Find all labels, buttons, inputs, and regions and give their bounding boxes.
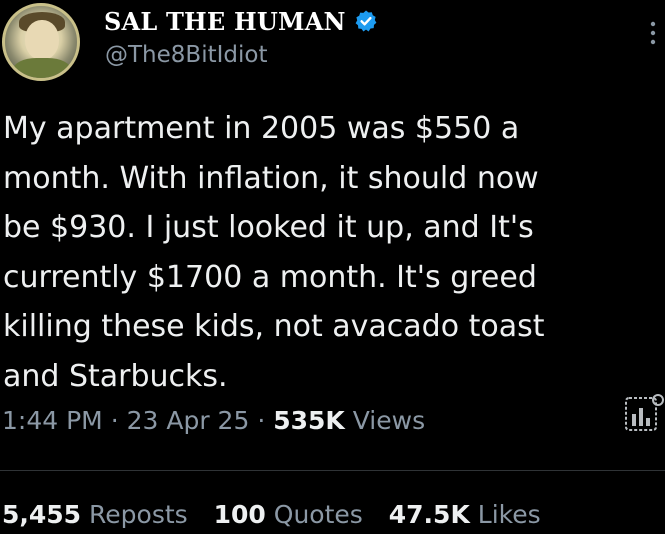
quotes-stat[interactable]: 100 Quotes	[214, 500, 371, 529]
avatar[interactable]	[2, 3, 80, 81]
tweet-text: My apartment in 2005 was $550 a month. W…	[3, 111, 545, 394]
reposts-stat[interactable]: 5,455 Reposts	[2, 500, 196, 529]
more-vertical-icon[interactable]	[645, 18, 661, 48]
divider	[0, 470, 665, 471]
views-label: Views	[352, 406, 426, 435]
quotes-label: Quotes	[273, 500, 363, 529]
avatar-face	[25, 20, 59, 60]
likes-count: 47.5K	[388, 500, 470, 529]
tweet-date[interactable]: 23 Apr 25	[127, 406, 250, 435]
author-handle[interactable]: @The8BitIdiot	[105, 42, 267, 68]
tweet-time[interactable]: 1:44 PM	[2, 406, 103, 435]
tweet-card: SAL THE HUMAN @The8BitIdiot My apartment…	[0, 0, 665, 534]
meta-separator: ·	[110, 406, 119, 435]
analytics-icon[interactable]	[622, 392, 665, 436]
engagement-stats: 5,455 Reposts 100 Quotes 47.5K Likes	[2, 500, 559, 529]
quotes-count: 100	[213, 500, 266, 529]
author-display-name[interactable]: SAL THE HUMAN	[104, 7, 346, 36]
tweet-metadata: 1:44 PM · 23 Apr 25 · 535K Views	[2, 406, 425, 435]
avatar-shirt	[13, 58, 71, 78]
likes-label: Likes	[477, 500, 541, 529]
views-count: 535K	[273, 406, 345, 435]
verified-badge-icon	[355, 10, 377, 32]
reposts-label: Reposts	[89, 500, 188, 529]
likes-stat[interactable]: 47.5K Likes	[389, 500, 541, 529]
author-name-row: SAL THE HUMAN	[104, 4, 378, 38]
meta-separator: ·	[257, 406, 266, 435]
reposts-count: 5,455	[2, 500, 82, 529]
